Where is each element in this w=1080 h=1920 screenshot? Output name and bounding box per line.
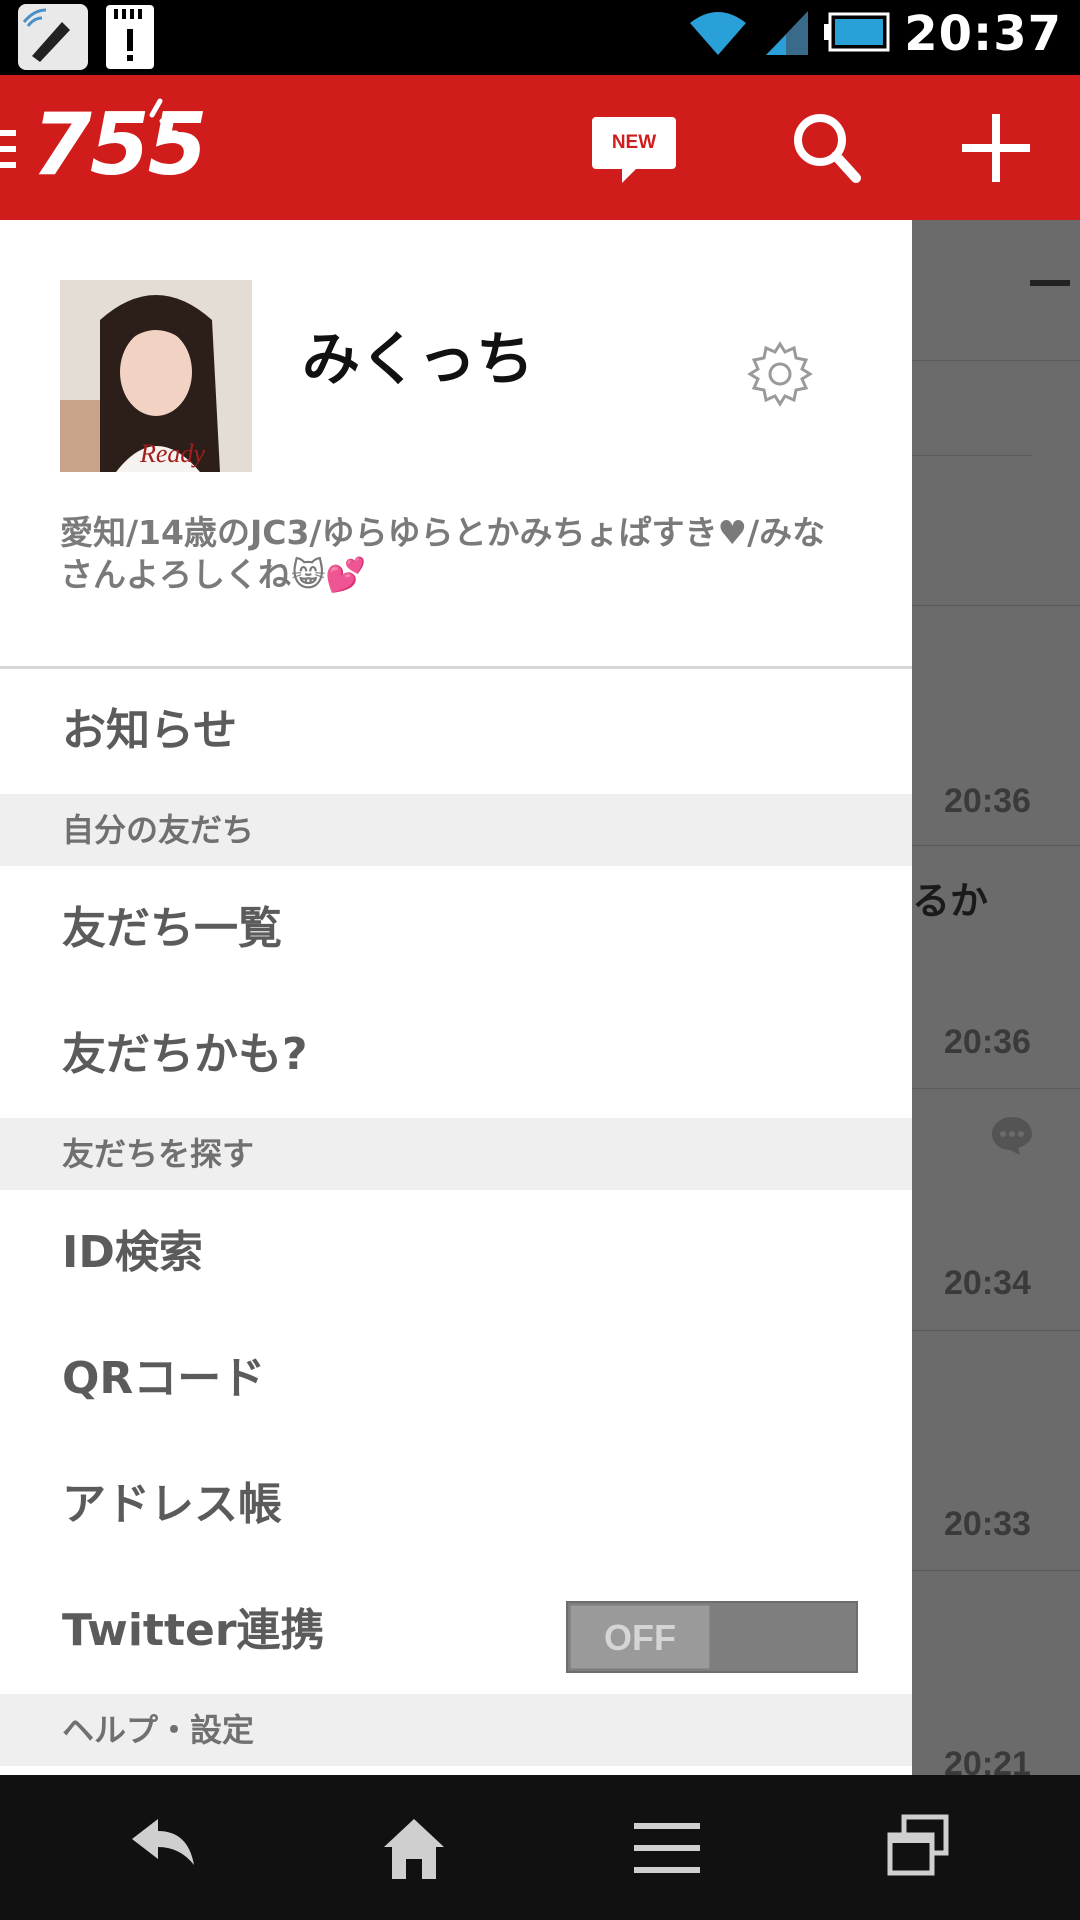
- status-bar: 20:37: [0, 0, 1080, 75]
- logo-spark-icon: [149, 98, 179, 136]
- section-header-friends: 自分の友だち: [0, 794, 912, 866]
- background-dash: [1030, 280, 1070, 286]
- status-time: 20:37: [904, 6, 1062, 62]
- background-snippet: るか: [912, 879, 989, 923]
- section-header-help: ヘルプ・設定: [0, 1694, 912, 1766]
- app-bar: 755 NEW: [0, 75, 1080, 220]
- menu-item-friend-list[interactable]: 友だち一覧: [0, 866, 912, 992]
- menu-item-address-book[interactable]: アドレス帳: [0, 1442, 912, 1568]
- profile-section: Ready みくっち 愛知/14歳のJC3/ゆらゆらとかみちょぱすき♥/みなさん…: [0, 220, 912, 669]
- gear-icon[interactable]: [744, 338, 816, 414]
- add-icon[interactable]: [958, 110, 1034, 190]
- back-icon[interactable]: [128, 1815, 198, 1879]
- recent-apps-icon[interactable]: [886, 1813, 950, 1881]
- background-time: 20:34: [944, 1264, 1031, 1302]
- search-icon[interactable]: [790, 110, 864, 190]
- background-time: 20:36: [944, 782, 1031, 820]
- background-time: 20:33: [944, 1505, 1031, 1543]
- profile-name: みくっち: [302, 325, 535, 393]
- background-time: 20:36: [944, 1023, 1031, 1061]
- comment-icon: [990, 1115, 1034, 1161]
- sd-card-warning-icon: [106, 5, 154, 69]
- profile-bio: 愛知/14歳のJC3/ゆらゆらとかみちょぱすき♥/みなさんよろしくね😸💕: [60, 513, 826, 594]
- signal-icon: [764, 7, 810, 61]
- wifi-icon: [686, 7, 750, 61]
- background-time: 20:21: [944, 1745, 1031, 1775]
- svg-text:Ready: Ready: [139, 439, 205, 468]
- menu-item-id-search[interactable]: ID検索: [0, 1190, 912, 1316]
- new-button[interactable]: NEW: [592, 117, 676, 183]
- navigation-drawer: Ready みくっち 愛知/14歳のJC3/ゆらゆらとかみちょぱすき♥/みなさん…: [0, 220, 912, 1775]
- menu-item-qr-code[interactable]: QRコード: [0, 1316, 912, 1442]
- toggle-knob: OFF: [570, 1605, 710, 1669]
- system-nav-bar: [0, 1775, 1080, 1920]
- menu-item-notifications[interactable]: お知らせ: [0, 668, 912, 794]
- menu-item-maybe-friends[interactable]: 友だちかも?: [0, 992, 912, 1118]
- avatar[interactable]: Ready: [60, 280, 252, 472]
- twitter-toggle[interactable]: OFF: [566, 1601, 858, 1673]
- menu-item-twitter: Twitter連携 OFF: [0, 1568, 912, 1694]
- twitter-label: Twitter連携: [62, 1605, 325, 1656]
- nfc-pen-icon: [18, 4, 88, 70]
- home-icon[interactable]: [382, 1815, 446, 1885]
- battery-icon: [824, 12, 890, 56]
- menu-icon[interactable]: [0, 130, 16, 168]
- section-header-find-friends: 友だちを探す: [0, 1118, 912, 1190]
- menu-lines-icon[interactable]: [634, 1821, 700, 1881]
